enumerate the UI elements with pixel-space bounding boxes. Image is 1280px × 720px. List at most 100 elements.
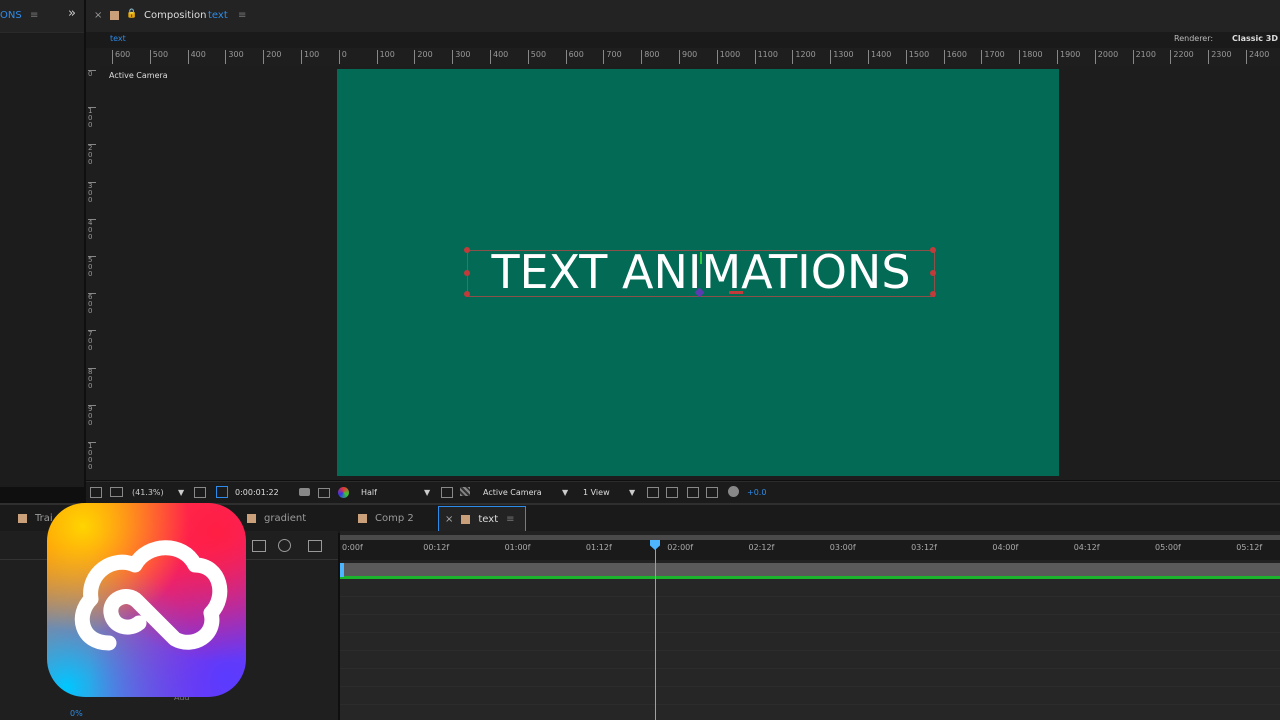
timeline-tab-label: text — [478, 513, 499, 525]
region-of-interest-icon[interactable] — [441, 487, 453, 498]
ruler-v-tick: 600 — [88, 293, 96, 315]
ruler-h-tick: 1900 — [1057, 50, 1080, 64]
ruler-h-tick: 2200 — [1170, 50, 1194, 64]
ruler-h-tick: 500 — [149, 50, 168, 64]
composition-title-name[interactable]: text — [208, 10, 228, 21]
ruler-h-tick: 2300 — [1208, 50, 1232, 64]
current-timecode[interactable]: 0:00:01:22 — [235, 488, 279, 497]
composition-canvas[interactable]: TEXT ANIMATIONS — [337, 69, 1059, 476]
ruler-h-tick: 500 — [527, 50, 546, 64]
project-panel — [0, 0, 84, 487]
time-marker: 00:12f — [423, 543, 450, 552]
timeline-rows[interactable] — [340, 579, 1280, 720]
time-marker: 04:00f — [992, 543, 1019, 552]
motion-blur-icon[interactable] — [278, 539, 291, 552]
composition-subtab[interactable]: text — [110, 34, 126, 43]
left-panel-tab-bar: ONS ≡ » — [0, 0, 84, 33]
time-marker: 02:00f — [667, 543, 694, 552]
playhead-line[interactable] — [655, 541, 656, 720]
creative-cloud-icon — [74, 540, 228, 651]
composition-subtab-bar: text Renderer: Classic 3D — [86, 32, 1280, 48]
transform-handle-top-left[interactable] — [464, 247, 470, 253]
ruler-h-tick: 200 — [414, 50, 433, 64]
show-snapshot-icon[interactable] — [318, 488, 330, 498]
transform-handle-bottom-left[interactable] — [464, 291, 470, 297]
ruler-v-tick: 900 — [88, 404, 96, 427]
monitor-icon[interactable] — [110, 487, 123, 497]
time-marker: 03:12f — [911, 543, 937, 552]
timeline-tab-gradient[interactable]: gradient — [241, 506, 316, 530]
transform-handle-mid-left[interactable] — [464, 270, 470, 276]
timeline-graph[interactable]: 0:00f 00:12f 01:00f 01:12f 02:00f 02:12f 03:00… — [340, 531, 1280, 720]
transparency-grid-icon[interactable] — [460, 487, 470, 496]
zoom-select[interactable]: (41.3%) — [132, 488, 164, 497]
layer-duration-bar[interactable] — [340, 563, 1280, 576]
close-composition-icon[interactable]: × — [94, 10, 102, 21]
vertical-ruler: 0 100 200 300 400 500 600 700 800 900 1000 — [86, 66, 101, 480]
left-panel-menu-icon[interactable]: ≡ — [30, 10, 38, 21]
grid-guides-icon[interactable] — [194, 487, 206, 498]
frame-blending-icon[interactable] — [252, 540, 266, 552]
lock-icon[interactable]: 🔒 — [126, 9, 137, 19]
tab-color-swatch — [358, 513, 367, 523]
flowchart-icon[interactable] — [706, 487, 718, 498]
view-layout-select[interactable]: 1 View — [583, 488, 610, 497]
tab-color-swatch — [461, 514, 471, 524]
always-preview-icon[interactable] — [90, 487, 102, 498]
tab-color-swatch — [247, 513, 256, 523]
reset-exposure-icon[interactable] — [728, 486, 739, 497]
ruler-v-tick: 800 — [88, 367, 96, 390]
ruler-h-tick: 400 — [490, 50, 508, 64]
view-layout-dropdown-icon[interactable]: ▼ — [629, 488, 635, 497]
composition-title-prefix: Composition — [144, 10, 207, 21]
timeline-tab-label: gradient — [264, 512, 307, 524]
timeline-toggle-icon[interactable] — [687, 487, 699, 498]
fast-previews-icon[interactable] — [666, 487, 678, 498]
composition-menu-icon[interactable]: ≡ — [238, 10, 246, 21]
ruler-v-tick: 0 — [88, 70, 96, 78]
close-tab-icon[interactable]: × — [445, 514, 453, 525]
ruler-v-tick: 100 — [88, 107, 96, 129]
ruler-h-tick: 1300 — [830, 50, 854, 64]
creative-cloud-logo — [47, 503, 246, 697]
camera-view-select[interactable]: Active Camera — [483, 488, 542, 497]
ruler-h-tick: 100 — [301, 50, 319, 64]
time-marker: 05:12f — [1236, 543, 1263, 552]
snapshot-camera-icon[interactable] — [299, 488, 310, 496]
resolution-select[interactable]: Half — [361, 488, 377, 497]
transform-handle-top-right[interactable] — [930, 247, 936, 253]
ruler-h-tick: 600 — [565, 50, 584, 64]
y-axis-gizmo-icon[interactable] — [700, 252, 702, 264]
time-marker: 0:00f — [342, 543, 363, 552]
view-label: Active Camera — [109, 71, 168, 80]
camera-dropdown-icon[interactable]: ▼ — [562, 488, 568, 497]
time-marker: 01:00f — [504, 543, 531, 552]
tab-menu-icon[interactable]: ≡ — [506, 514, 514, 525]
mask-visibility-icon[interactable] — [216, 486, 228, 498]
ruler-v-tick: 500 — [88, 256, 96, 278]
renderer-value[interactable]: Classic 3D — [1232, 34, 1278, 43]
graph-editor-icon[interactable] — [308, 540, 322, 552]
timeline-tab-comp-2[interactable]: Comp 2 — [352, 506, 424, 530]
transform-handle-bottom-right[interactable] — [930, 291, 936, 297]
in-point-marker[interactable] — [340, 563, 344, 577]
percent-label[interactable]: 0% — [70, 709, 83, 718]
ruler-h-tick: 300 — [452, 50, 470, 64]
x-axis-gizmo-icon[interactable] — [729, 291, 743, 294]
ruler-h-tick: 1600 — [943, 50, 967, 64]
timeline-tab-text[interactable]: × text ≡ — [438, 506, 526, 531]
zoom-dropdown-icon[interactable]: ▼ — [178, 488, 184, 497]
ruler-h-tick: 1100 — [754, 50, 778, 64]
time-marker: 02:12f — [748, 543, 775, 552]
pixel-aspect-icon[interactable] — [647, 487, 659, 498]
ruler-h-tick: 600 — [112, 50, 130, 64]
color-channels-icon[interactable] — [338, 487, 349, 498]
transform-handle-mid-right[interactable] — [930, 270, 936, 276]
ruler-v-tick: 300 — [88, 181, 96, 204]
exposure-value[interactable]: +0.0 — [747, 488, 766, 497]
panel-expand-icon[interactable]: » — [68, 6, 76, 21]
time-ruler[interactable]: 0:00f 00:12f 01:00f 01:12f 02:00f 02:12f 03:00… — [340, 540, 1280, 560]
left-panel-tab-label[interactable]: ONS — [0, 10, 22, 21]
ruler-v-tick: 400 — [88, 218, 96, 241]
resolution-dropdown-icon[interactable]: ▼ — [424, 488, 430, 497]
